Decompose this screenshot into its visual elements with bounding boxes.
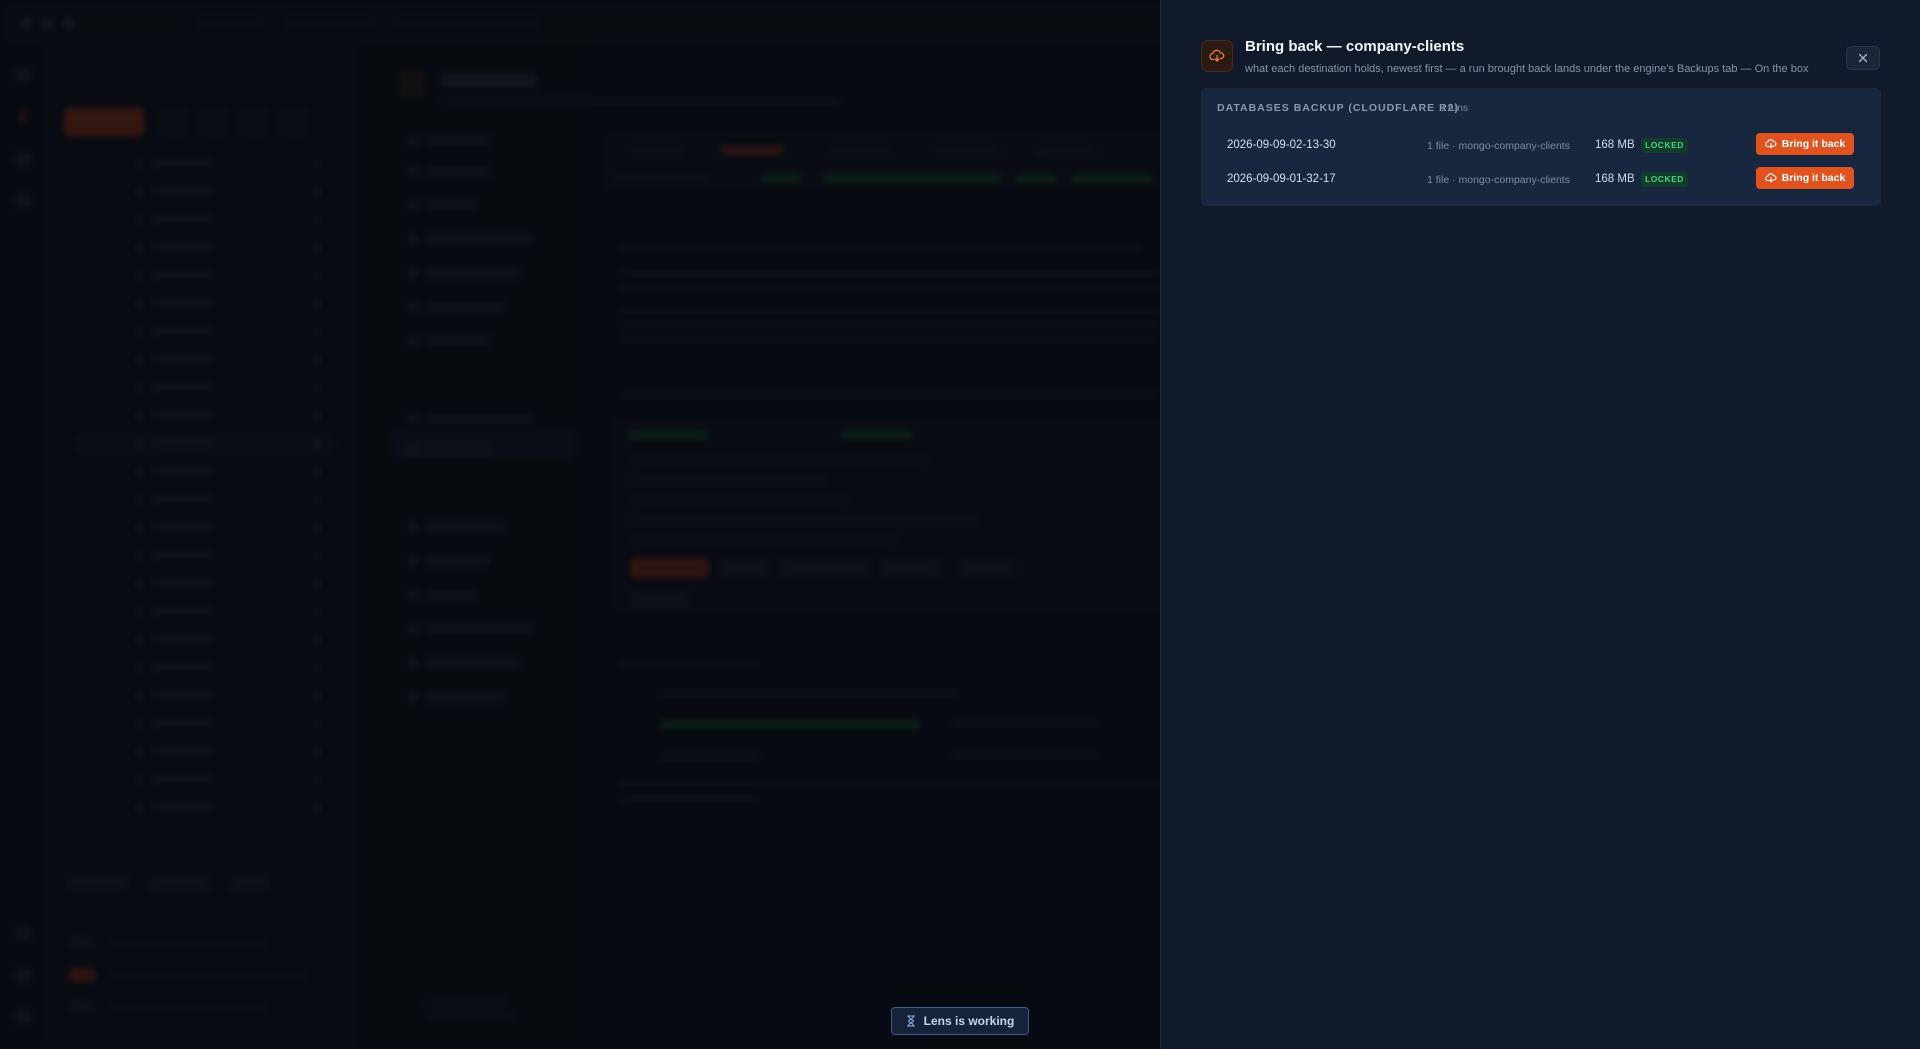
cloud-download-icon xyxy=(1201,40,1233,72)
drawer-subtitle: what each destination holds, newest firs… xyxy=(1245,63,1809,75)
run-row: 2026-09-09-02-13-30 1 file · mongo-compa… xyxy=(1201,131,1881,161)
destination-card: DATABASES BACKUP (CLOUDFLARE R2) 2 runs … xyxy=(1201,88,1881,206)
cloud-download-icon xyxy=(1764,139,1777,149)
destination-run-count: 2 runs xyxy=(1439,102,1469,114)
status-toast-label: Lens is working xyxy=(923,1014,1015,1028)
run-name: 2026-09-09-02-13-30 xyxy=(1227,139,1336,151)
run-size: 168 MB xyxy=(1595,173,1635,185)
cloud-download-icon xyxy=(1764,173,1777,183)
bring-back-drawer: Bring back — company-clients what each d… xyxy=(1160,0,1920,1049)
bring-it-back-label: Bring it back xyxy=(1781,172,1846,184)
status-toast: Lens is working xyxy=(891,1007,1029,1035)
run-files: 1 file · mongo-company-clients xyxy=(1427,174,1570,186)
bring-it-back-label: Bring it back xyxy=(1781,138,1846,150)
run-name: 2026-09-09-01-32-17 xyxy=(1227,173,1336,185)
run-files: 1 file · mongo-company-clients xyxy=(1427,140,1570,152)
hourglass-icon xyxy=(906,1015,915,1027)
locked-badge: LOCKED xyxy=(1641,138,1688,153)
locked-badge: LOCKED xyxy=(1641,172,1688,187)
run-size: 168 MB xyxy=(1595,139,1635,151)
drawer-title: Bring back — company-clients xyxy=(1245,38,1465,55)
run-row: 2026-09-09-01-32-17 1 file · mongo-compa… xyxy=(1201,165,1881,195)
close-icon xyxy=(1858,53,1868,63)
destination-name: DATABASES BACKUP (CLOUDFLARE R2) xyxy=(1217,102,1459,114)
modal-scrim[interactable] xyxy=(0,0,1160,1049)
bring-it-back-button[interactable]: Bring it back xyxy=(1756,167,1854,189)
close-button[interactable] xyxy=(1846,46,1880,70)
bring-it-back-button[interactable]: Bring it back xyxy=(1756,133,1854,155)
